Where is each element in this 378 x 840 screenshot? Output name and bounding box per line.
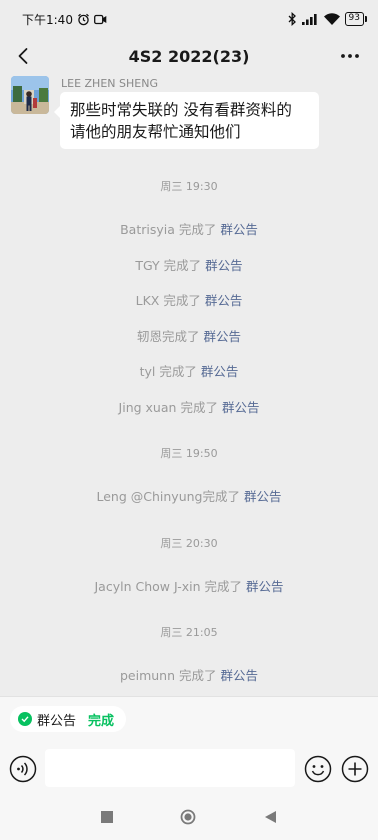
chat-area[interactable]: LEE ZHEN SHENG 那些时常失联的 没有看群资料的 请他的朋友帮忙通知… bbox=[0, 74, 378, 696]
message-line-1: 那些时常失联的 没有看群资料的 bbox=[70, 101, 292, 119]
message-line-2: 请他的朋友帮忙通知他们 bbox=[70, 123, 241, 141]
event-action: 完成了 bbox=[159, 364, 197, 379]
announcement-event: 轫恩完成了 群公告 bbox=[0, 326, 378, 345]
sender-name: LEE ZHEN SHENG bbox=[61, 77, 158, 90]
announcement-link[interactable]: 群公告 bbox=[205, 293, 243, 308]
event-action: 完成了 bbox=[202, 489, 240, 504]
event-action: 完成了 bbox=[178, 222, 217, 237]
event-user: Jing xuan bbox=[118, 400, 177, 415]
announcement-link[interactable]: 群公告 bbox=[222, 400, 260, 415]
avatar-image bbox=[11, 76, 49, 114]
emoji-icon[interactable] bbox=[304, 755, 332, 783]
announcement-status: 完成 bbox=[88, 713, 115, 729]
announcement-link[interactable]: 群公告 bbox=[205, 258, 243, 273]
back-nav-icon[interactable] bbox=[264, 810, 277, 824]
message-input[interactable] bbox=[45, 749, 295, 787]
event-action: 完成了 bbox=[163, 293, 201, 308]
screen-record-icon bbox=[94, 14, 107, 24]
announcement-link[interactable]: 群公告 bbox=[201, 364, 239, 379]
message-bubble[interactable]: 那些时常失联的 没有看群资料的 请他的朋友帮忙通知他们 bbox=[54, 92, 319, 149]
bluetooth-icon bbox=[288, 12, 296, 26]
announcement-icon bbox=[18, 712, 32, 726]
event-action: 完成了 bbox=[163, 258, 202, 273]
announcement-link[interactable]: 群公告 bbox=[246, 579, 284, 594]
event-user: Jacyln Chow J-xin bbox=[94, 579, 201, 594]
timestamp: 周三 19:50 bbox=[160, 447, 218, 460]
timestamp: 周三 19:30 bbox=[160, 180, 218, 193]
system-nav-bar bbox=[0, 796, 378, 840]
status-right: 93 bbox=[288, 12, 368, 26]
status-bar: 下午1:40 93 bbox=[0, 0, 378, 38]
event-user: Batrisyia bbox=[120, 222, 175, 237]
timestamp: 周三 20:30 bbox=[160, 537, 218, 550]
announcement-link[interactable]: 群公告 bbox=[204, 329, 242, 344]
status-left: 下午1:40 bbox=[22, 11, 107, 28]
event-user: peimunn bbox=[119, 668, 176, 683]
announcement-link[interactable]: 群公告 bbox=[221, 668, 259, 683]
announcement-link[interactable]: 群公告 bbox=[244, 489, 282, 504]
event-action: 完成了 bbox=[162, 329, 200, 344]
announcement-event: Batrisyia 完成了 群公告 bbox=[0, 219, 378, 238]
battery-icon: 93 bbox=[344, 12, 368, 26]
announcement-link[interactable]: 群公告 bbox=[220, 222, 258, 237]
back-arrow-icon[interactable] bbox=[12, 44, 36, 68]
recent-apps-icon[interactable] bbox=[100, 810, 114, 824]
event-action: 完成了 bbox=[204, 579, 243, 594]
home-icon[interactable] bbox=[180, 809, 196, 825]
plus-icon[interactable] bbox=[341, 755, 369, 783]
event-action: 完成了 bbox=[180, 400, 218, 415]
announcement-event: Leng @Chinyung完成了 群公告 bbox=[0, 486, 378, 505]
voice-input-icon[interactable] bbox=[9, 755, 37, 783]
announcement-label: 群公告 bbox=[37, 713, 77, 729]
chat-header: 4S2 2022(23) bbox=[0, 38, 378, 74]
avatar[interactable] bbox=[11, 76, 49, 114]
status-time: 下午1:40 bbox=[22, 12, 73, 27]
alarm-icon bbox=[78, 13, 89, 25]
announcement-event: peimunn 完成了 群公告 bbox=[0, 665, 378, 684]
announcement-event: LKX 完成了 群公告 bbox=[0, 290, 378, 309]
chat-title: 4S2 2022(23) bbox=[128, 46, 250, 66]
input-bar bbox=[0, 740, 378, 796]
event-user: LKX bbox=[135, 293, 160, 308]
event-user: 轫恩 bbox=[136, 329, 162, 344]
event-user: tyl bbox=[139, 364, 156, 379]
event-user: TGY bbox=[135, 258, 160, 273]
event-action: 完成了 bbox=[179, 668, 217, 683]
announcement-event: Jacyln Chow J-xin 完成了 群公告 bbox=[0, 576, 378, 595]
announcement-event: tyl 完成了 群公告 bbox=[0, 361, 378, 380]
signal-icon bbox=[301, 14, 317, 25]
event-user: Leng @Chinyung bbox=[96, 489, 203, 504]
timestamp: 周三 21:05 bbox=[160, 626, 218, 639]
announcement-event: TGY 完成了 群公告 bbox=[0, 255, 378, 274]
more-options-icon[interactable] bbox=[338, 44, 362, 68]
announcement-strip: 群公告 完成 bbox=[0, 696, 378, 740]
announcement-pill[interactable]: 群公告 完成 bbox=[10, 706, 127, 732]
announcement-event: Jing xuan 完成了 群公告 bbox=[0, 397, 378, 416]
wifi-icon bbox=[323, 13, 340, 25]
